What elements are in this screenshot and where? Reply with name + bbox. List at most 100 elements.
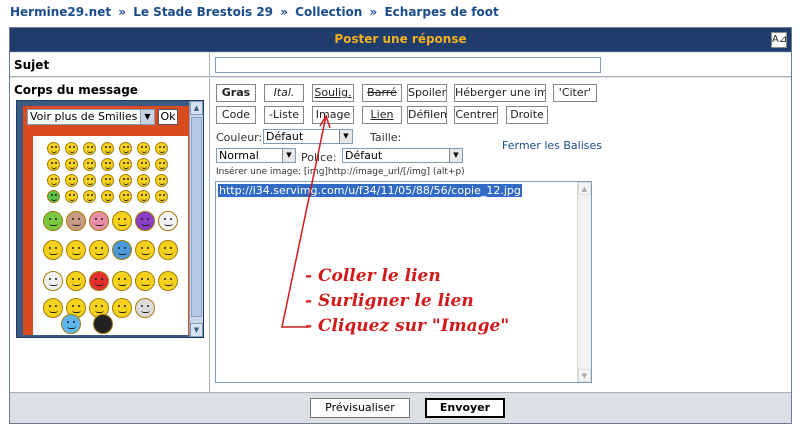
- annotation-step-3: - Cliquez sur "Image": [305, 316, 510, 336]
- smiley-icon[interactable]: [112, 211, 132, 231]
- smiley-icon[interactable]: [158, 211, 178, 231]
- annotation-step-2: - Surligner le lien: [305, 291, 474, 311]
- panel-header: Poster une réponse A⊿: [10, 28, 791, 52]
- link-button[interactable]: Lien: [362, 106, 402, 124]
- smiley-icon[interactable]: [137, 190, 150, 203]
- scroll-down-icon[interactable]: ▼: [190, 323, 203, 337]
- marquee-button[interactable]: Défilem: [407, 106, 447, 124]
- smiley-icon[interactable]: [135, 298, 155, 318]
- smiley-icon[interactable]: [119, 142, 132, 155]
- bold-button[interactable]: Gras: [216, 84, 256, 102]
- smiley-icon[interactable]: [83, 158, 96, 171]
- size-label: Taille:: [370, 131, 402, 144]
- smiley-icon[interactable]: [47, 174, 60, 187]
- smilies-ok-button[interactable]: Ok: [158, 109, 178, 125]
- smiley-icon[interactable]: [137, 142, 150, 155]
- smilies-frame: Voir plus de Smilies ▼ Ok: [23, 106, 189, 335]
- smiley-icon[interactable]: [155, 190, 168, 203]
- smiley-icon[interactable]: [47, 190, 60, 203]
- smiley-icon[interactable]: [89, 211, 109, 231]
- smiley-icon[interactable]: [155, 142, 168, 155]
- scroll-down-icon[interactable]: ▼: [578, 369, 591, 382]
- subject-input[interactable]: [215, 57, 601, 73]
- smiley-icon[interactable]: [101, 142, 114, 155]
- smiley-icon[interactable]: [65, 190, 78, 203]
- smiley-icon[interactable]: [83, 190, 96, 203]
- smiley-icon[interactable]: [43, 298, 63, 318]
- smiley-icon[interactable]: [61, 314, 81, 334]
- column-divider: [209, 78, 210, 392]
- smiley-icon[interactable]: [83, 142, 96, 155]
- subject-label: Sujet: [14, 58, 50, 72]
- breadcrumb-separator: »: [280, 5, 288, 19]
- column-divider: [209, 53, 210, 77]
- close-tags-link[interactable]: Fermer les Balises: [502, 139, 602, 152]
- smiley-icon[interactable]: [155, 174, 168, 187]
- smiley-icon[interactable]: [65, 174, 78, 187]
- breadcrumb-current-link[interactable]: Echarpes de foot: [384, 5, 498, 19]
- smiley-icon[interactable]: [119, 158, 132, 171]
- smiley-icon[interactable]: [101, 174, 114, 187]
- smiley-icon[interactable]: [93, 314, 113, 334]
- smiley-icon[interactable]: [119, 174, 132, 187]
- strike-button[interactable]: Barré: [362, 84, 402, 102]
- font-select[interactable]: Défaut ▼: [342, 148, 463, 163]
- smiley-icon[interactable]: [112, 240, 132, 260]
- underline-button[interactable]: Soulig.: [312, 84, 354, 102]
- smiley-icon[interactable]: [66, 271, 86, 291]
- smiley-icon[interactable]: [135, 240, 155, 260]
- smiley-icon[interactable]: [47, 158, 60, 171]
- smiley-icon[interactable]: [158, 240, 178, 260]
- smiley-icon[interactable]: [43, 271, 63, 291]
- scroll-thumb[interactable]: [191, 117, 202, 317]
- smilies-select[interactable]: Voir plus de Smilies ▼: [27, 109, 155, 125]
- breadcrumb-club-link[interactable]: Le Stade Brestois 29: [133, 5, 273, 19]
- italic-button[interactable]: Ital.: [264, 84, 304, 102]
- smiley-icon[interactable]: [137, 158, 150, 171]
- smiley-icon[interactable]: [112, 271, 132, 291]
- quote-button[interactable]: 'Citer': [553, 84, 597, 102]
- smiley-icon[interactable]: [66, 211, 86, 231]
- smilies-select-value: Voir plus de Smilies: [30, 110, 138, 123]
- smiley-icon[interactable]: [137, 174, 150, 187]
- smiley-icon[interactable]: [158, 271, 178, 291]
- smiley-icon[interactable]: [43, 240, 63, 260]
- smiley-icon[interactable]: [119, 190, 132, 203]
- send-button[interactable]: Envoyer: [425, 398, 505, 418]
- spoiler-button[interactable]: Spoiler: [407, 84, 447, 102]
- scroll-up-icon[interactable]: ▲: [578, 182, 591, 195]
- chevron-down-icon: ▼: [339, 130, 352, 143]
- smiley-icon[interactable]: [65, 158, 78, 171]
- smiley-icon[interactable]: [83, 174, 96, 187]
- textarea-scrollbar[interactable]: ▲ ▼: [577, 182, 591, 382]
- breadcrumb-separator: »: [118, 5, 127, 19]
- smiley-icon[interactable]: [101, 190, 114, 203]
- right-align-button[interactable]: Droite: [506, 106, 548, 124]
- smilies-scrollbar[interactable]: ▲ ▼: [189, 101, 203, 337]
- message-label: Corps du message: [14, 83, 138, 97]
- smiley-icon[interactable]: [135, 211, 155, 231]
- host-image-button[interactable]: Héberger une im: [454, 84, 546, 102]
- breadcrumb-separator: »: [369, 5, 378, 19]
- center-button[interactable]: Centrer: [454, 106, 498, 124]
- chevron-down-icon: ▼: [449, 149, 462, 162]
- smiley-icon[interactable]: [89, 240, 109, 260]
- reply-form: Poster une réponse A⊿ Sujet Corps du mes…: [9, 27, 792, 424]
- smiley-icon[interactable]: [65, 142, 78, 155]
- preview-button[interactable]: Prévisualiser: [310, 398, 410, 418]
- smiley-icon[interactable]: [155, 158, 168, 171]
- smiley-icon[interactable]: [66, 240, 86, 260]
- smiley-icon[interactable]: [43, 211, 63, 231]
- resize-icon[interactable]: A⊿: [771, 32, 787, 48]
- breadcrumb-collection-link[interactable]: Collection: [295, 5, 362, 19]
- panel-title: Poster une réponse: [334, 32, 467, 46]
- smiley-icon[interactable]: [112, 298, 132, 318]
- scroll-up-icon[interactable]: ▲: [190, 101, 203, 115]
- smiley-icon[interactable]: [47, 142, 60, 155]
- smiley-icon[interactable]: [135, 271, 155, 291]
- smiley-icon[interactable]: [89, 271, 109, 291]
- smiley-icon[interactable]: [101, 158, 114, 171]
- breadcrumb-home-link[interactable]: Hermine29.net: [10, 5, 111, 19]
- smilies-grid: [33, 136, 188, 335]
- chevron-down-icon: ▼: [140, 110, 154, 124]
